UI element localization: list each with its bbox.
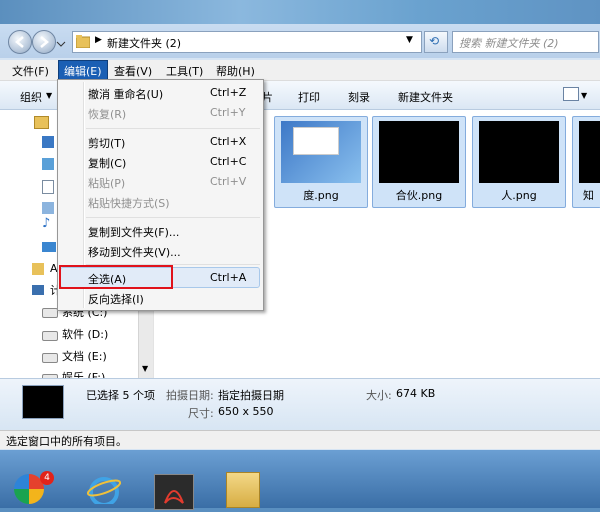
file-thumb-2[interactable]: 合伙.png [372,116,466,208]
details-pane: 已选择 5 个项 拍摄日期: 指定拍摄日期 尺寸: 650 x 550 大小: … [0,378,600,431]
menu-item-label: 反向选择(I) [88,293,144,306]
music-library-icon: ♪ [42,216,51,231]
dimensions-value: 650 x 550 [218,405,274,418]
favorites-icon [32,263,44,275]
folder-icon [76,35,90,48]
file-thumb-4[interactable]: 知 [572,116,600,208]
menu-paste-shortcut[interactable]: 粘贴快捷方式(S) [88,195,260,211]
downloads-icon [42,202,54,214]
burn-button[interactable]: 刻录 [348,89,370,105]
notification-badge-icon: 4 [40,471,54,485]
menu-cut[interactable]: 剪切(T) Ctrl+X [88,135,260,151]
menu-item-label: 撤消 重命名(U) [88,88,164,101]
annotation-highlight-box [59,265,173,289]
file-name: 人.png [501,189,537,202]
size-value: 674 KB [396,387,436,400]
homegroup-icon [42,242,56,252]
breadcrumb-arrow-icon: ▶ [95,35,102,45]
menu-paste[interactable]: 粘贴(P) Ctrl+V [88,175,260,191]
search-placeholder: 搜索 新建文件夹 (2) [459,37,559,50]
menu-file[interactable]: 文件(F) [12,63,49,79]
menu-item-label: 复制(C) [88,157,127,170]
menu-item-shortcut: Ctrl+A [210,271,247,284]
drive-d-icon [42,331,58,341]
menu-copy-to-folder[interactable]: 复制到文件夹(F)... [88,224,260,240]
menu-item-label: 粘贴快捷方式(S) [88,197,170,210]
status-text: 选定窗口中的所有项目。 [6,435,127,448]
library-folder-icon [34,116,49,129]
internet-explorer-icon[interactable] [86,474,122,507]
menu-help[interactable]: 帮助(H) [216,63,255,79]
scroll-down-icon[interactable]: ▼ [142,364,148,373]
menu-item-label: 复制到文件夹(F)... [88,226,180,239]
organize-dropdown-icon: ▼ [46,91,53,100]
menu-item-label: 移动到文件夹(V)... [88,246,181,259]
view-dropdown-icon[interactable]: ▼ [581,91,587,100]
date-taken-label: 拍摄日期: [166,389,214,402]
refresh-button[interactable]: ⟲ [424,31,448,53]
pdf-reader-icon[interactable] [154,474,194,510]
back-button[interactable] [8,30,32,54]
video-library-icon [42,136,54,148]
view-options-icon[interactable] [563,87,579,101]
thumb-image [281,121,361,183]
thumb-image [479,121,559,183]
file-thumb-1[interactable]: 度.png [274,116,368,208]
search-input[interactable]: 搜索 新建文件夹 (2) [452,31,599,53]
status-bar: 选定窗口中的所有项目。 [0,430,600,449]
menu-undo-rename[interactable]: 撤消 重命名(U) Ctrl+Z [88,86,260,102]
file-name: 知 [583,189,594,202]
menu-item-shortcut: Ctrl+C [210,155,247,168]
file-name: 合伙.png [395,189,443,202]
organize-button[interactable]: 组织 [20,89,42,105]
file-thumb-3[interactable]: 人.png [472,116,566,208]
dimensions-label: 尺寸: [188,407,214,420]
taskbar: 4 [0,450,600,510]
refresh-icon: ⟲ [429,34,440,48]
new-folder-button[interactable]: 新建文件夹 [398,89,453,105]
menu-separator [86,128,260,129]
size-label: 大小: [366,389,392,402]
file-name: 度.png [303,189,339,202]
menu-move-to-folder[interactable]: 移动到文件夹(V)... [88,244,260,260]
address-bar[interactable]: ▶ 新建文件夹 (2) ▼ [72,31,422,53]
menu-item-shortcut: Ctrl+X [210,135,247,148]
menu-item-shortcut: Ctrl+V [210,175,247,188]
thumb-image [379,121,459,183]
menu-item-shortcut: Ctrl+Z [210,86,247,99]
menu-item-label: 恢复(R) [88,108,127,121]
address-path: 新建文件夹 (2) [107,37,182,50]
drive-c-icon [42,308,58,318]
menu-item-label: 剪切(T) [88,137,126,150]
address-dropdown-icon[interactable]: ▼ [406,35,413,45]
menu-view[interactable]: 查看(V) [114,63,152,79]
thumb-image [579,121,600,183]
nav-drive-d[interactable]: 软件 (D:) [62,326,108,342]
menu-redo[interactable]: 恢复(R) Ctrl+Y [88,106,260,122]
menu-item-shortcut: Ctrl+Y [210,106,246,119]
computer-icon [32,285,44,295]
forward-button[interactable] [32,30,56,54]
forward-arrow-icon [40,36,49,48]
selection-thumbnail [22,385,64,419]
menu-tools[interactable]: 工具(T) [166,63,203,79]
desktop-background [0,0,600,24]
menu-bar: 文件(F) 编辑(E) 查看(V) 工具(T) 帮助(H) [0,60,600,82]
menu-separator [86,217,260,218]
drive-e-icon [42,353,58,363]
recent-pages-chevron-icon[interactable] [56,38,66,47]
pictures-library-icon [42,158,54,170]
date-taken-value[interactable]: 指定拍摄日期 [218,387,284,403]
menu-item-label: 粘贴(P) [88,177,126,190]
nav-drive-e[interactable]: 文档 (E:) [62,348,107,364]
menu-copy[interactable]: 复制(C) Ctrl+C [88,155,260,171]
back-arrow-icon [15,36,24,48]
print-button[interactable]: 打印 [298,89,320,105]
file-explorer-icon[interactable] [226,472,260,508]
menu-invert-selection[interactable]: 反向选择(I) [88,291,260,307]
selection-count: 已选择 5 个项 [86,389,155,402]
documents-library-icon [42,180,54,194]
